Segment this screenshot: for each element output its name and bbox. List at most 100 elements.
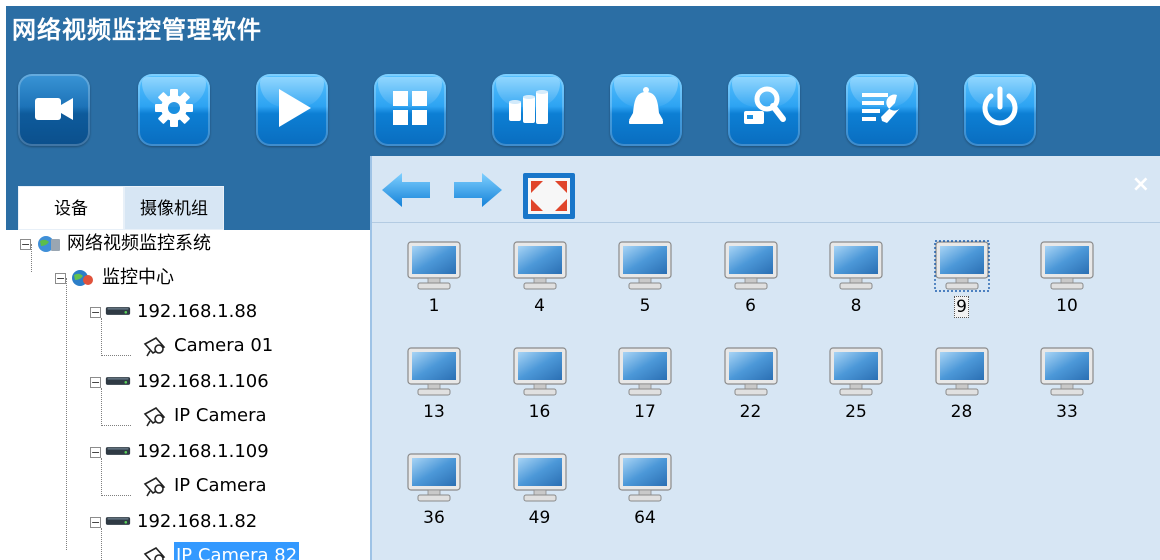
device-panel: 设备 摄像机组 − 网络视频监控系统 − 监控中心 − 192.168.1.88… [6,182,370,560]
device-tree: − 网络视频监控系统 − 监控中心 − 192.168.1.88 Camera … [6,230,370,560]
collapse-toggle[interactable]: − [90,306,101,318]
toolbar-search-device-button[interactable] [728,74,800,146]
tab-devices[interactable]: 设备 [18,186,124,230]
tree-node-device[interactable]: − 192.168.1.109 [90,438,269,466]
collapse-toggle[interactable]: − [90,446,101,458]
collapse-toggle[interactable]: − [90,376,101,388]
toolbar-configuration-button[interactable] [846,74,918,146]
screen-layout-36[interactable]: 36 [404,452,464,542]
monitor-icon [932,346,992,398]
search-camera-icon [739,83,789,137]
monitoring-center-icon [70,267,96,289]
app-title: 网络视频监控管理软件 [12,16,262,44]
screen-layout-1[interactable]: 1 [404,240,464,330]
screen-layout-49[interactable]: 49 [510,452,570,542]
tree-label: 192.168.1.106 [137,371,269,392]
dvr-device-icon [105,511,131,533]
screen-layout-label: 17 [634,402,656,422]
tab-camera-groups[interactable]: 摄像机组 [124,186,224,230]
monitor-icon [510,346,570,398]
screen-layout-4[interactable]: 4 [510,240,570,330]
tree-label: 192.168.1.88 [137,301,258,322]
screen-layout-label: 6 [745,296,756,316]
monitor-icon [404,346,464,398]
tree-node-monitoring-center[interactable]: − 监控中心 [55,264,174,292]
screen-layout-16[interactable]: 16 [510,346,570,436]
camera-icon [142,475,168,497]
settings-wrench-icon [857,83,907,137]
monitor-icon [404,240,464,292]
collapse-toggle[interactable]: − [55,272,66,284]
grid-layout-icon [385,83,435,137]
screen-layout-33[interactable]: 33 [1037,346,1097,436]
monitor-icon [510,240,570,292]
screen-layout-13[interactable]: 13 [404,346,464,436]
monitor-icon [721,346,781,398]
monitor-icon [404,452,464,504]
tree-node-root[interactable]: − 网络视频监控系统 [20,230,211,258]
tree-label: 192.168.1.109 [137,441,269,462]
fullscreen-icon[interactable] [522,172,576,224]
screen-layout-28[interactable]: 28 [932,346,992,436]
screen-layout-label: 36 [423,508,445,528]
toolbar-video-camera-button[interactable] [18,74,90,146]
screen-layout-label: 28 [950,402,973,422]
play-icon [267,83,317,137]
screen-layout-label: 25 [845,402,867,422]
back-arrow-icon[interactable] [380,170,434,214]
storage-drums-icon [503,83,553,137]
tree-node-camera[interactable]: IP Camera 82 [142,542,300,560]
toolbar-layout-button[interactable] [374,74,446,146]
bell-icon [621,83,671,137]
dvr-device-icon [105,371,131,393]
monitor-icon [615,346,675,398]
close-panel-icon[interactable]: × [1132,172,1150,197]
monitor-icon [826,346,886,398]
screen-layout-10[interactable]: 10 [1037,240,1097,330]
screen-layout-17[interactable]: 17 [615,346,675,436]
screen-layout-label: 10 [1056,296,1078,316]
screen-layout-8[interactable]: 8 [826,240,886,330]
screen-layout-label: 5 [639,296,651,316]
tree-node-device[interactable]: − 192.168.1.106 [90,368,269,396]
monitor-icon [1037,346,1097,398]
tree-node-device[interactable]: − 192.168.1.82 [90,508,257,536]
dvr-device-icon [105,301,131,323]
forward-arrow-icon[interactable] [450,170,504,214]
camera-icon [142,335,168,357]
screen-layout-label: 4 [534,296,545,316]
main-toolbar [14,74,1160,154]
system-globe-icon [35,233,61,255]
tree-node-device[interactable]: − 192.168.1.88 [90,298,257,326]
tree-node-camera[interactable]: IP Camera [142,472,267,500]
screen-layout-9[interactable]: 9 [932,240,992,330]
tree-label: Camera 01 [174,335,274,356]
toolbar-settings-button[interactable] [138,74,210,146]
screen-layout-label: 1 [428,296,440,316]
tree-label: 网络视频监控系统 [67,233,211,254]
screen-layout-25[interactable]: 25 [826,346,886,436]
tree-node-camera[interactable]: Camera 01 [142,332,273,360]
screen-layout-label: 13 [423,402,445,422]
toolbar-playback-button[interactable] [256,74,328,146]
toolbar-power-button[interactable] [964,74,1036,146]
collapse-toggle[interactable]: − [90,516,101,528]
power-icon [975,83,1025,137]
screen-layout-22[interactable]: 22 [721,346,781,436]
monitor-icon [1037,240,1097,292]
collapse-toggle[interactable]: − [20,238,31,250]
video-camera-icon [29,83,79,137]
screen-layout-64[interactable]: 64 [615,452,675,542]
screen-layout-5[interactable]: 5 [615,240,675,330]
toolbar-alarm-button[interactable] [610,74,682,146]
toolbar-storage-button[interactable] [492,74,564,146]
tree-node-camera[interactable]: IP Camera [142,402,267,430]
screen-layout-label: 9 [954,296,969,318]
screen-layout-label: 22 [739,402,762,422]
dvr-device-icon [105,441,131,463]
app-window: 网络视频监控管理软件 设备 摄像机组 − 网络视频监控系统 − 监控中心 − 1… [6,6,1160,560]
monitor-icon [615,452,675,504]
screen-layout-label: 49 [528,508,551,528]
screen-layout-label: 8 [850,296,862,316]
screen-layout-6[interactable]: 6 [721,240,781,330]
